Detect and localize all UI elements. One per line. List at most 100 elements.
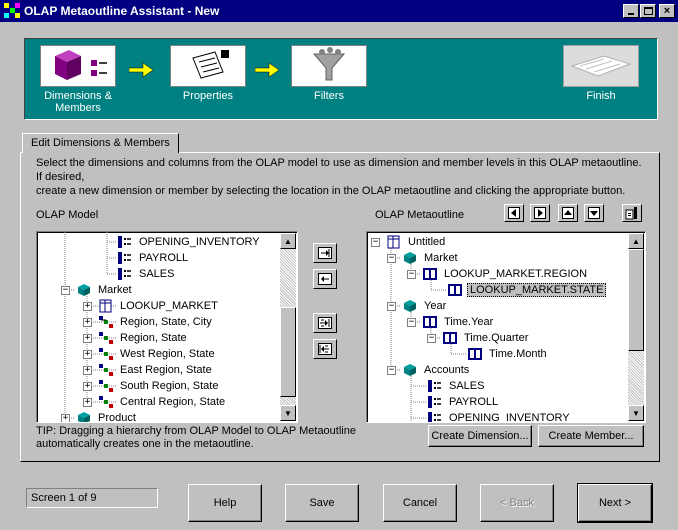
tree-item-label: PAYROLL (449, 396, 499, 408)
tab-edit-dimensions-members[interactable]: Edit Dimensions & Members (22, 133, 179, 153)
maximize-button[interactable] (640, 4, 656, 18)
level-icon (447, 283, 463, 297)
scroll-up-button[interactable]: ▲ (280, 233, 296, 249)
expand-icon[interactable]: + (83, 317, 92, 327)
list-item[interactable]: + Product (61, 410, 138, 422)
list-item[interactable]: − LOOKUP_MARKET.REGION (407, 266, 589, 282)
collapse-icon[interactable]: − (407, 317, 416, 327)
step-properties[interactable]: Properties (170, 45, 246, 102)
help-button[interactable]: Help (188, 484, 262, 522)
list-item[interactable]: − Time.Quarter (427, 330, 530, 346)
step-label: Properties (182, 90, 234, 102)
collapse-icon[interactable]: − (371, 237, 380, 247)
list-item[interactable]: LOOKUP_MARKET.STATE (447, 282, 607, 298)
olap-model-scrollbar[interactable]: ▲ ▼ (280, 233, 296, 421)
triangle-down-icon (588, 207, 600, 219)
list-item[interactable]: + Region, State (83, 330, 189, 346)
collapse-icon[interactable]: − (387, 365, 396, 375)
list-item[interactable]: SALES (427, 378, 486, 394)
member-icon (427, 379, 443, 393)
collapse-icon[interactable]: − (387, 301, 396, 311)
list-item[interactable]: − Market (387, 250, 460, 266)
list-item[interactable]: OPENING_INVENTORY (427, 410, 572, 423)
move-down-button[interactable] (584, 204, 604, 222)
close-button[interactable]: × (659, 4, 675, 18)
list-item[interactable]: + LOOKUP_MARKET (83, 298, 220, 314)
list-item[interactable]: − Time.Year (407, 314, 495, 330)
expand-icon[interactable]: + (83, 365, 92, 375)
level-icon (442, 331, 458, 345)
minimize-button[interactable] (623, 4, 639, 18)
collapse-icon[interactable]: − (61, 285, 70, 295)
olap-model-tree[interactable]: OPENING_INVENTORY PAYROLL SALES − Market … (36, 231, 298, 423)
collapse-icon[interactable]: − (387, 253, 396, 263)
maximize-icon (643, 7, 653, 15)
scroll-down-button[interactable]: ▼ (280, 405, 296, 421)
scroll-down-button[interactable]: ▼ (628, 405, 644, 421)
list-item[interactable]: − Accounts (387, 362, 471, 378)
remove-all-button[interactable] (313, 339, 337, 359)
hierarchy-icon (98, 347, 114, 361)
expand-icon[interactable]: + (61, 413, 70, 422)
finish-outline-icon (563, 45, 639, 87)
scroll-thumb[interactable] (628, 249, 644, 351)
list-item[interactable]: PAYROLL (117, 250, 190, 266)
step-label: Filters (314, 90, 344, 102)
step-finish[interactable]: Finish (563, 45, 639, 102)
next-button[interactable]: Next > (577, 483, 653, 523)
tree-item-label: OPENING_INVENTORY (449, 412, 570, 423)
list-item[interactable]: + South Region, State (83, 378, 220, 394)
tree-item-label: PAYROLL (139, 252, 189, 264)
tip-line: TIP: Dragging a hierarchy from OLAP Mode… (36, 425, 356, 437)
hierarchy-icon (98, 331, 114, 345)
tree-item-label: West Region, State (120, 348, 215, 360)
expand-icon[interactable]: + (83, 333, 92, 343)
dimension-cube-icon (402, 363, 418, 377)
list-item[interactable]: SALES (117, 266, 176, 282)
screen-status: Screen 1 of 9 (26, 488, 158, 508)
list-item[interactable]: PAYROLL (427, 394, 500, 410)
step-arrow-icon (255, 63, 279, 77)
triangle-down-icon: ▼ (284, 408, 292, 418)
olap-metaoutline-tree[interactable]: − Untitled − Market − LOOKUP_MARKET.REGION … (366, 231, 646, 423)
instructions-line: create a new dimension or member by sele… (36, 185, 626, 197)
list-item[interactable]: + East Region, State (83, 362, 214, 378)
expand-icon[interactable]: + (83, 301, 92, 311)
cancel-button[interactable]: Cancel (383, 484, 457, 522)
filter-funnel-icon (291, 45, 367, 87)
move-right-button[interactable] (530, 204, 550, 222)
move-up-button[interactable] (558, 204, 578, 222)
expand-icon[interactable]: + (83, 349, 92, 359)
properties-button[interactable] (622, 204, 642, 222)
collapse-icon[interactable]: − (427, 333, 436, 343)
tree-item-label: Year (424, 300, 447, 312)
expand-icon[interactable]: + (83, 397, 92, 407)
save-button[interactable]: Save (285, 484, 359, 522)
add-all-button[interactable] (313, 313, 337, 333)
remove-from-metaoutline-button[interactable] (313, 269, 337, 289)
add-to-metaoutline-button[interactable] (313, 243, 337, 263)
list-item[interactable]: + West Region, State (83, 346, 217, 362)
list-item[interactable]: − Untitled (371, 234, 447, 250)
tip-text: TIP: Dragging a hierarchy from OLAP Mode… (36, 425, 356, 451)
list-item[interactable]: − Market (61, 282, 134, 298)
step-dimensions-members[interactable]: Dimensions & Members (40, 45, 116, 114)
list-item[interactable]: OPENING_INVENTORY (117, 234, 262, 250)
move-left-button[interactable] (504, 204, 524, 222)
create-dimension-button[interactable]: Create Dimension... (428, 425, 532, 447)
metaoutline-scrollbar[interactable]: ▲ ▼ (628, 233, 644, 421)
create-member-button[interactable]: Create Member... (538, 425, 644, 447)
list-item[interactable]: − Year (387, 298, 448, 314)
list-item[interactable]: + Central Region, State (83, 394, 227, 410)
list-item[interactable]: Time.Month (467, 346, 549, 362)
back-button[interactable]: < Back (480, 484, 554, 522)
arrow-right-into-icon (318, 247, 332, 259)
expand-icon[interactable]: + (83, 381, 92, 391)
scroll-thumb[interactable] (280, 307, 296, 397)
list-item[interactable]: + Region, State, City (83, 314, 214, 330)
scroll-up-button[interactable]: ▲ (628, 233, 644, 249)
step-filters[interactable]: Filters (291, 45, 367, 102)
arrow-left-all-icon (318, 343, 332, 355)
collapse-icon[interactable]: − (407, 269, 416, 279)
tree-item-label: LOOKUP_MARKET.REGION (444, 268, 588, 280)
